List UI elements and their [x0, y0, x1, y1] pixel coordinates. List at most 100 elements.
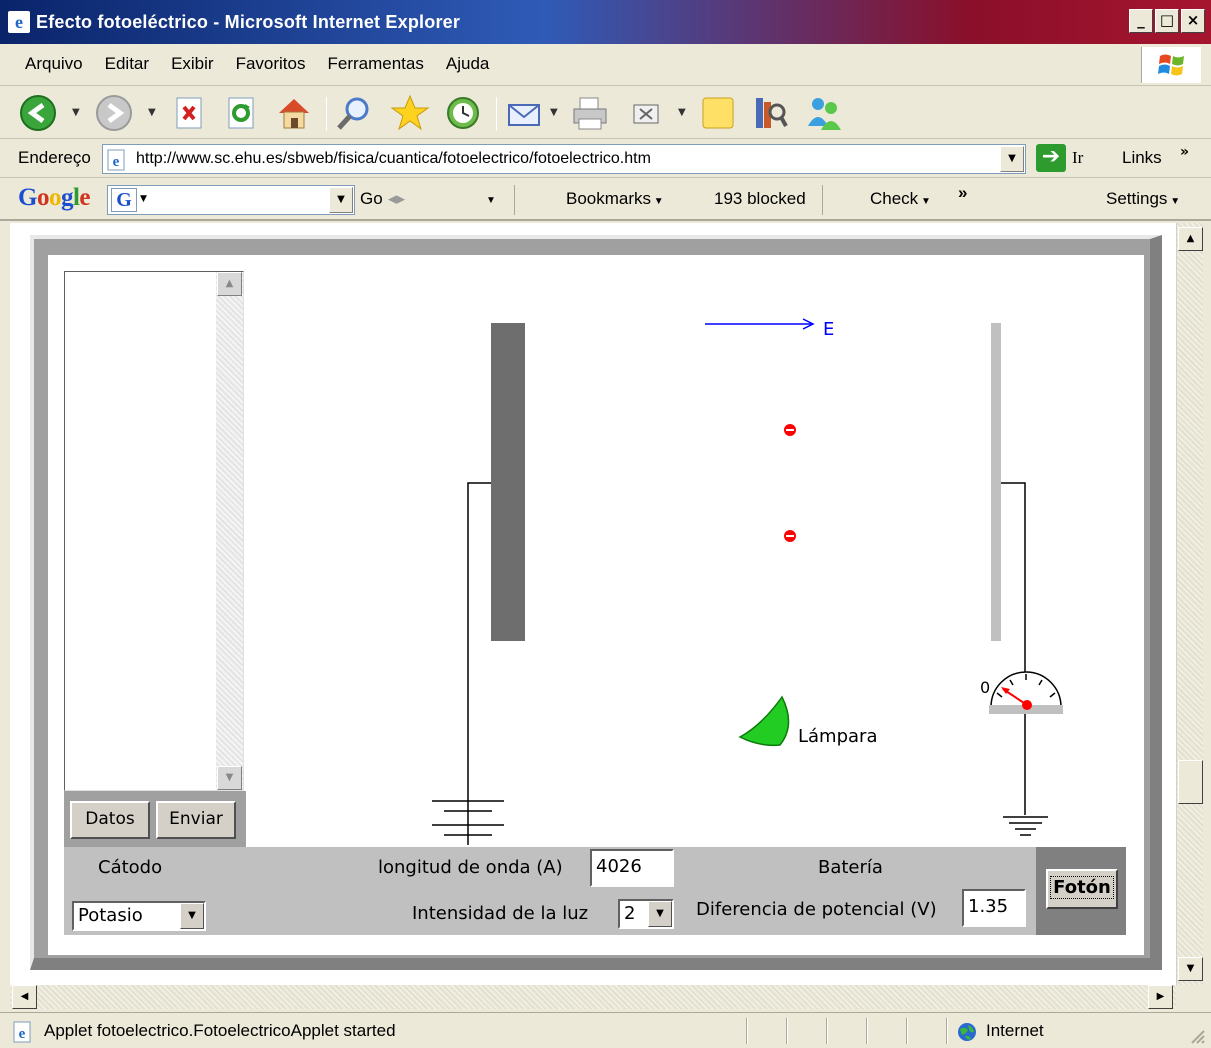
settings-button[interactable]: Settings ▼: [1106, 189, 1180, 209]
go-button[interactable]: ➔ Ir: [1036, 144, 1083, 172]
page-status-icon: e: [13, 1021, 31, 1043]
window-title-bar[interactable]: e Efecto fotoeléctrico - Microsoft Inter…: [0, 0, 1211, 44]
back-dropdown-icon[interactable]: ▼: [72, 107, 80, 118]
address-dropdown-icon[interactable]: ▼: [1000, 146, 1024, 172]
foton-panel: Fotón: [1036, 847, 1126, 935]
intensity-select[interactable]: 2 ▼: [618, 899, 674, 929]
google-g-dropdown-icon[interactable]: ▼: [140, 194, 147, 204]
data-textarea[interactable]: ▲ ▼: [64, 271, 244, 791]
vertical-scroll-thumb[interactable]: [1178, 760, 1203, 804]
wavelength-input[interactable]: 4026: [590, 849, 674, 887]
google-go-button[interactable]: Go: [360, 189, 383, 209]
menu-ferramentas[interactable]: Ferramentas: [317, 54, 435, 74]
electron: [784, 424, 796, 436]
settings-label: Settings: [1106, 189, 1168, 208]
foton-button[interactable]: Fotón: [1046, 869, 1118, 909]
stop-icon[interactable]: [170, 93, 210, 133]
resize-grip-icon[interactable]: [1188, 1027, 1206, 1045]
electric-field-arrow: [705, 318, 815, 330]
photoelectric-applet: 0 E Lámpara ▲ ▼ Datos Enviar Cátodo Pota…: [48, 255, 1144, 955]
cathode-plate: [491, 323, 525, 641]
windows-logo-icon: [1141, 47, 1201, 83]
menu-ajuda[interactable]: Ajuda: [435, 54, 500, 74]
lamp-label: Lámpara: [798, 726, 877, 747]
more-chevron-icon[interactable]: »: [958, 183, 967, 203]
electron: [784, 530, 796, 542]
internet-globe-icon: [958, 1023, 976, 1041]
google-search-input[interactable]: G ▼ ▼: [107, 185, 355, 215]
mail-dropdown-icon[interactable]: ▼: [550, 107, 558, 118]
datos-button[interactable]: Datos: [70, 801, 150, 839]
field-label: E: [823, 319, 834, 340]
google-g-icon[interactable]: G: [111, 188, 137, 212]
home-icon[interactable]: [274, 93, 314, 133]
discuss-note-icon[interactable]: [698, 93, 738, 133]
favorites-star-icon[interactable]: [390, 93, 430, 133]
cathode-dropdown-icon[interactable]: ▼: [180, 903, 204, 929]
enviar-button[interactable]: Enviar: [156, 801, 236, 839]
back-icon[interactable]: [18, 93, 58, 133]
minimize-button[interactable]: _: [1129, 9, 1153, 33]
go-label: Ir: [1072, 148, 1084, 167]
address-input[interactable]: e http://www.sc.ehu.es/sbweb/fisica/cuan…: [102, 144, 1026, 174]
ammeter-gauge: [989, 671, 1063, 714]
check-button[interactable]: Check ▼: [870, 189, 931, 209]
svg-text:e: e: [19, 1026, 26, 1042]
mail-icon[interactable]: [506, 93, 546, 133]
scroll-up-icon[interactable]: ▲: [217, 272, 242, 296]
controls-panel: Cátodo Potasio ▼ longitud de onda (A) 40…: [64, 847, 1126, 935]
menu-exibir[interactable]: Exibir: [160, 54, 225, 74]
edit-icon[interactable]: [626, 93, 666, 133]
scroll-down-icon[interactable]: ▼: [217, 766, 242, 790]
intensity-dropdown-icon[interactable]: ▼: [648, 901, 672, 927]
svg-text:e: e: [15, 12, 23, 32]
scroll-up-icon[interactable]: ▲: [1178, 227, 1203, 251]
google-search-dropdown-icon[interactable]: ▼: [329, 187, 353, 213]
bookmarks-button[interactable]: Bookmarks ▼: [566, 189, 664, 209]
close-button[interactable]: ×: [1181, 9, 1205, 33]
maximize-button[interactable]: □: [1155, 9, 1179, 33]
textarea-scrollbar[interactable]: ▲ ▼: [216, 272, 243, 790]
menu-favoritos[interactable]: Favoritos: [225, 54, 317, 74]
scrollbar-corner: [1176, 985, 1203, 1009]
refresh-icon[interactable]: [222, 93, 262, 133]
status-bar: e Applet fotoelectrico.FotoelectricoAppl…: [0, 1012, 1211, 1048]
messenger-icon[interactable]: [804, 93, 844, 133]
menu-editar[interactable]: Editar: [94, 54, 160, 74]
options-dropdown-icon[interactable]: ▼: [486, 195, 496, 206]
links-chevron-icon[interactable]: »: [1180, 144, 1189, 160]
forward-dropdown-icon[interactable]: ▼: [148, 107, 156, 118]
address-label: Endereço: [18, 148, 91, 167]
standard-toolbar: ▼ ▼ ▼ ▼: [0, 87, 1211, 139]
cathode-select[interactable]: Potasio ▼: [72, 901, 206, 931]
page-icon: e: [107, 149, 125, 171]
print-icon[interactable]: [570, 93, 610, 133]
research-icon[interactable]: [750, 93, 790, 133]
go-arrow-icon: ➔: [1036, 144, 1066, 172]
scroll-down-icon[interactable]: ▼: [1178, 957, 1203, 981]
foton-label: Fotón: [1050, 876, 1114, 899]
intensity-selected-value: 2: [624, 903, 636, 924]
anode-plate: [991, 323, 1001, 641]
cathode-wire: [467, 482, 491, 845]
search-icon[interactable]: [334, 93, 374, 133]
links-button[interactable]: Links: [1122, 148, 1162, 168]
page-content: 0 E Lámpara ▲ ▼ Datos Enviar Cátodo Pota…: [10, 223, 1176, 985]
ammeter-zero-label: 0: [980, 678, 990, 697]
history-icon[interactable]: [442, 93, 482, 133]
scroll-left-icon[interactable]: ◀: [12, 985, 37, 1009]
page-horizontal-scrollbar[interactable]: ◀ ▶: [10, 985, 1176, 1009]
wavelength-label: longitud de onda (A): [378, 857, 563, 878]
google-toolbar: Google G ▼ ▼ Go ◂▸ ▼ Bookmarks ▼ 193 blo…: [0, 179, 1211, 393]
scroll-right-icon[interactable]: ▶: [1148, 985, 1173, 1009]
potential-input[interactable]: 1.35: [962, 889, 1026, 927]
page-vertical-scrollbar[interactable]: ▲ ▼: [1176, 223, 1203, 985]
blocked-count-button[interactable]: 193 blocked: [714, 189, 806, 209]
edit-dropdown-icon[interactable]: ▼: [678, 107, 686, 118]
security-zone-label: Internet: [986, 1021, 1044, 1040]
check-label: Check: [870, 189, 919, 208]
menu-arquivo[interactable]: Arquivo: [14, 54, 94, 74]
lamp-icon: [738, 695, 790, 747]
forward-icon[interactable]: [94, 93, 134, 133]
google-logo[interactable]: Google: [18, 184, 90, 212]
